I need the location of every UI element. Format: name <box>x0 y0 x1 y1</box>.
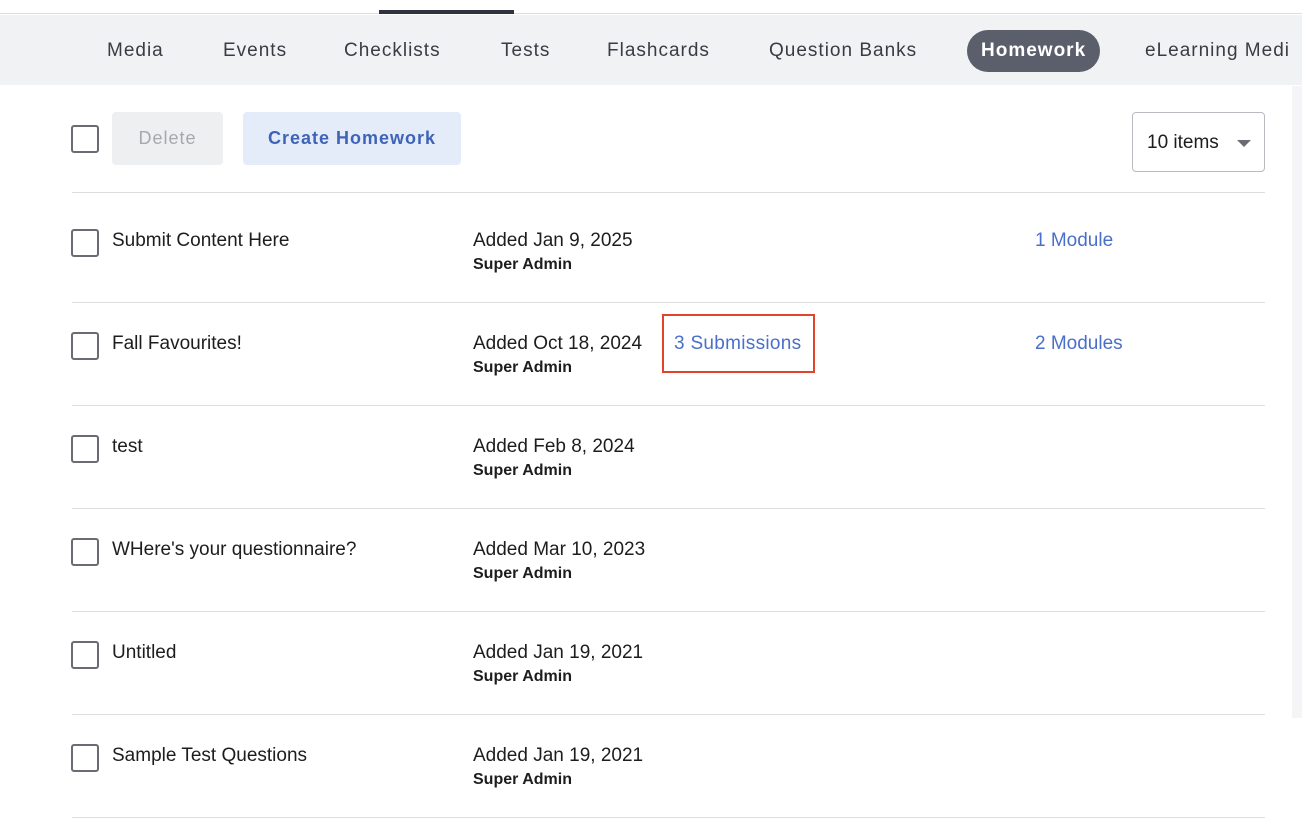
tab-events[interactable]: Events <box>223 30 287 72</box>
create-homework-button[interactable]: Create Homework <box>243 112 461 165</box>
select-all-checkbox[interactable] <box>71 125 99 153</box>
caret-down-icon <box>1237 140 1251 147</box>
row-checkbox[interactable] <box>71 229 99 257</box>
homework-row: Fall Favourites! Added Oct 18, 2024 Supe… <box>0 303 1302 406</box>
tab-checklists[interactable]: Checklists <box>344 30 441 72</box>
author-name: Super Admin <box>473 359 572 376</box>
added-date: Added Jan 19, 2021 <box>473 745 644 766</box>
added-date: Added Jan 9, 2025 <box>473 230 633 251</box>
items-per-page-value: 10 items <box>1147 132 1219 153</box>
author-name: Super Admin <box>473 565 572 582</box>
homework-row: test Added Feb 8, 2024 Super Admin <box>0 406 1302 509</box>
tab-homework[interactable]: Homework <box>967 30 1101 72</box>
row-checkbox[interactable] <box>71 538 99 566</box>
author-name: Super Admin <box>473 462 572 479</box>
added-date: Added Oct 18, 2024 <box>473 333 643 354</box>
row-checkbox[interactable] <box>71 744 99 772</box>
homework-row: Sample Test Questions Added Jan 19, 2021… <box>0 715 1302 818</box>
content-type-tabbar: Media Events Checklists Tests Flashcards… <box>0 15 1302 85</box>
homework-title[interactable]: Untitled <box>112 642 176 664</box>
author-name: Super Admin <box>473 668 572 685</box>
scrollbar-track[interactable] <box>1292 86 1302 718</box>
delete-button[interactable]: Delete <box>112 112 223 165</box>
homework-row: WHere's your questionnaire? Added Mar 10… <box>0 509 1302 612</box>
tab-tests[interactable]: Tests <box>501 30 550 72</box>
row-checkbox[interactable] <box>71 641 99 669</box>
tab-question-banks[interactable]: Question Banks <box>769 30 917 72</box>
homework-title[interactable]: WHere's your questionnaire? <box>112 539 356 561</box>
row-checkbox[interactable] <box>71 332 99 360</box>
modules-link[interactable]: 2 Modules <box>1035 333 1123 355</box>
items-per-page-select[interactable]: 10 items <box>1132 112 1265 172</box>
divider <box>72 192 1265 193</box>
homework-row: Untitled Added Jan 19, 2021 Super Admin <box>0 612 1302 715</box>
tab-flashcards[interactable]: Flashcards <box>607 30 710 72</box>
author-name: Super Admin <box>473 771 572 788</box>
tab-media[interactable]: Media <box>107 30 164 72</box>
modules-link[interactable]: 1 Module <box>1035 230 1113 252</box>
author-name: Super Admin <box>473 256 572 273</box>
top-active-indicator <box>379 10 514 14</box>
divider <box>72 817 1265 818</box>
row-checkbox[interactable] <box>71 435 99 463</box>
homework-title[interactable]: Sample Test Questions <box>112 745 307 767</box>
homework-title[interactable]: Fall Favourites! <box>112 333 242 355</box>
submissions-link[interactable]: 3 Submissions <box>662 314 815 373</box>
homework-title[interactable]: Submit Content Here <box>112 230 289 252</box>
homework-row: Submit Content Here Added Jan 9, 2025 Su… <box>0 200 1302 303</box>
added-date: Added Mar 10, 2023 <box>473 539 646 560</box>
top-strip <box>0 0 1302 14</box>
added-date: Added Jan 19, 2021 <box>473 642 644 663</box>
added-date: Added Feb 8, 2024 <box>473 436 635 457</box>
tab-elearning-media[interactable]: eLearning Medi <box>1145 30 1290 72</box>
homework-title[interactable]: test <box>112 436 143 458</box>
